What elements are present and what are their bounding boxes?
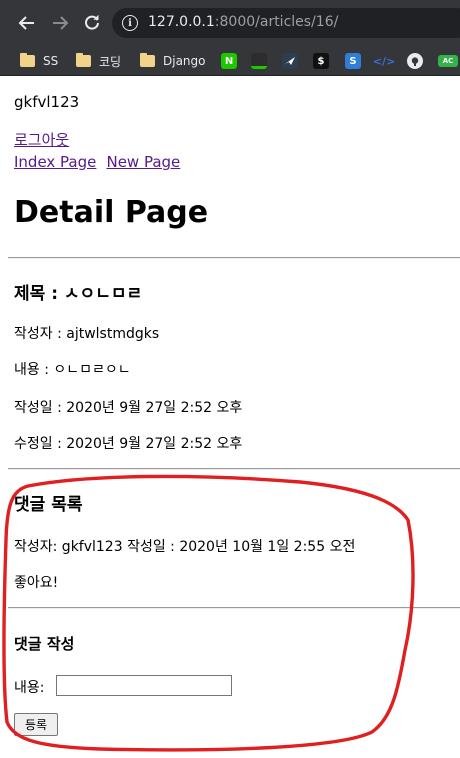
article-updated-date: 수정일 : 2020년 9월 27일 2:52 오후 (14, 436, 243, 452)
address-bar[interactable]: i 127.0.0.1:8000/articles/16/ (112, 8, 460, 38)
divider (8, 468, 460, 470)
bookmark-naver[interactable]: N (221, 52, 237, 70)
bookmark-ss[interactable]: SS (20, 52, 58, 70)
comment-content-input[interactable] (56, 675, 232, 696)
article-author: 작성자 : ajtwlstmdgks (14, 326, 160, 342)
folder-icon (140, 53, 155, 67)
info-icon[interactable]: i (122, 15, 138, 31)
new-page-link[interactable]: New Page (106, 153, 180, 171)
page-title: Detail Page (14, 195, 209, 230)
ac-icon: AC (438, 55, 458, 67)
bookmarks-bar: SS 코딩 Django N $ S </> AC (0, 46, 460, 76)
reload-icon (85, 14, 99, 30)
s-logo-icon: S (345, 53, 361, 69)
bookmark-terminal[interactable] (251, 52, 267, 70)
comment-content-label: 내용: (14, 680, 45, 696)
bookmark-dollar[interactable]: $ (313, 52, 329, 70)
logout-link[interactable]: 로그아웃 (14, 129, 69, 150)
comment-content: 좋아요! (14, 575, 59, 591)
forward-button[interactable] (47, 10, 73, 36)
naver-icon: N (221, 53, 237, 69)
article-content: 내용 : ㅇㄴㅁㄹㅇㄴ (14, 362, 131, 378)
code-brackets-icon: </> (372, 54, 396, 68)
article-created-date: 작성일 : 2020년 9월 27일 2:52 오후 (14, 400, 243, 416)
url-text[interactable]: 127.0.0.1:8000/articles/16/ (148, 14, 338, 30)
divider (8, 257, 460, 259)
bird-icon (282, 53, 298, 69)
arrow-right-icon (53, 16, 69, 30)
nav-links: Index Page New Page (14, 152, 185, 171)
arrow-left-icon (18, 16, 34, 30)
back-button[interactable] (14, 10, 40, 36)
comment-meta: 작성자: gkfvl123 작성일 : 2020년 10월 1일 2:55 오전 (14, 539, 356, 555)
comments-heading: 댓글 목록 (14, 495, 83, 515)
folder-icon (20, 53, 35, 67)
bookmark-bird[interactable] (282, 52, 298, 70)
bookmark-s[interactable]: S (345, 52, 361, 70)
terminal-icon (251, 53, 267, 69)
bookmark-code[interactable]: </> (372, 52, 396, 70)
submit-comment-button[interactable]: 등록 (14, 713, 58, 736)
page-content: gkfvl123 로그아웃 Index Page New Page Detail… (0, 77, 460, 758)
bookmark-django[interactable]: Django (140, 52, 206, 70)
reload-button[interactable] (79, 10, 105, 36)
dollar-icon: $ (313, 53, 329, 69)
divider (8, 607, 460, 609)
bookmark-github[interactable] (407, 52, 423, 70)
article-title: 제목 : ㅅㅇㄴㅁㄹ (14, 284, 143, 304)
browser-toolbar: i 127.0.0.1:8000/articles/16/ (0, 0, 460, 46)
bookmark-ac[interactable]: AC (438, 52, 458, 70)
bookmark-coding[interactable]: 코딩 (76, 52, 121, 70)
index-page-link[interactable]: Index Page (14, 153, 96, 171)
folder-icon (76, 53, 91, 67)
comment-form-heading: 댓글 작성 (14, 635, 75, 653)
username-text: gkfvl123 (14, 93, 80, 111)
github-icon (407, 53, 423, 69)
